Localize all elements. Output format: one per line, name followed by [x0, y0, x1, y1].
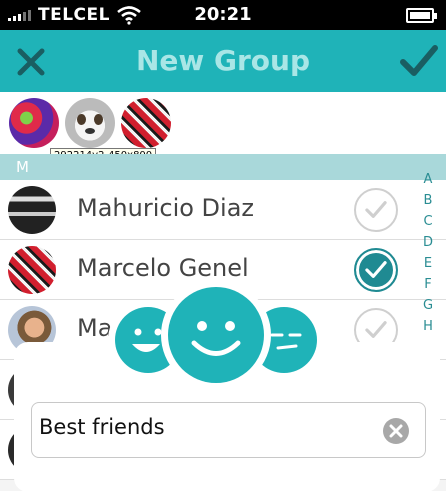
battery-icon — [406, 8, 437, 23]
select-checkbox[interactable] — [354, 248, 398, 292]
index-letter[interactable]: D — [421, 235, 435, 256]
header-bar: New Group — [0, 30, 446, 92]
clear-x-icon[interactable] — [382, 417, 410, 445]
index-letter[interactable]: A — [421, 172, 435, 193]
index-letter[interactable]: H — [421, 319, 435, 340]
index-letter[interactable]: C — [421, 214, 435, 235]
checkmark-icon — [365, 201, 387, 218]
group-name-value: Best friends — [39, 415, 165, 439]
section-header-m: M — [0, 154, 446, 180]
selected-members-strip: 292214v2-450x800 — [0, 92, 446, 163]
avatar — [8, 186, 56, 234]
index-letter[interactable]: E — [421, 256, 435, 277]
select-checkbox[interactable] — [354, 188, 398, 232]
avatar — [8, 246, 56, 294]
selected-avatar[interactable] — [121, 98, 171, 148]
selected-avatar[interactable] — [65, 98, 115, 148]
new-group-screen: New Group 292214v2-450x800 M Mahuricio D… — [0, 30, 446, 491]
group-name-input[interactable]: Best friends — [31, 402, 426, 458]
status-bar: TELCEL 20:21 — [0, 0, 446, 30]
status-time: 20:21 — [194, 4, 252, 25]
contact-row[interactable]: Mahuricio Diaz — [0, 180, 446, 240]
selected-avatar[interactable] — [9, 98, 59, 148]
contact-name: Mahuricio Diaz — [77, 194, 254, 222]
index-letter[interactable]: G — [421, 298, 435, 319]
alphabet-index[interactable]: A B C D E F G H — [421, 172, 435, 340]
contact-name: Marcelo Genel — [77, 254, 249, 282]
smiley-faces-icon — [108, 280, 324, 390]
index-letter[interactable]: B — [421, 193, 435, 214]
checkmark-icon — [365, 261, 387, 278]
checkmark-icon[interactable] — [400, 44, 438, 78]
index-letter[interactable]: F — [421, 277, 435, 298]
page-title: New Group — [135, 44, 311, 77]
